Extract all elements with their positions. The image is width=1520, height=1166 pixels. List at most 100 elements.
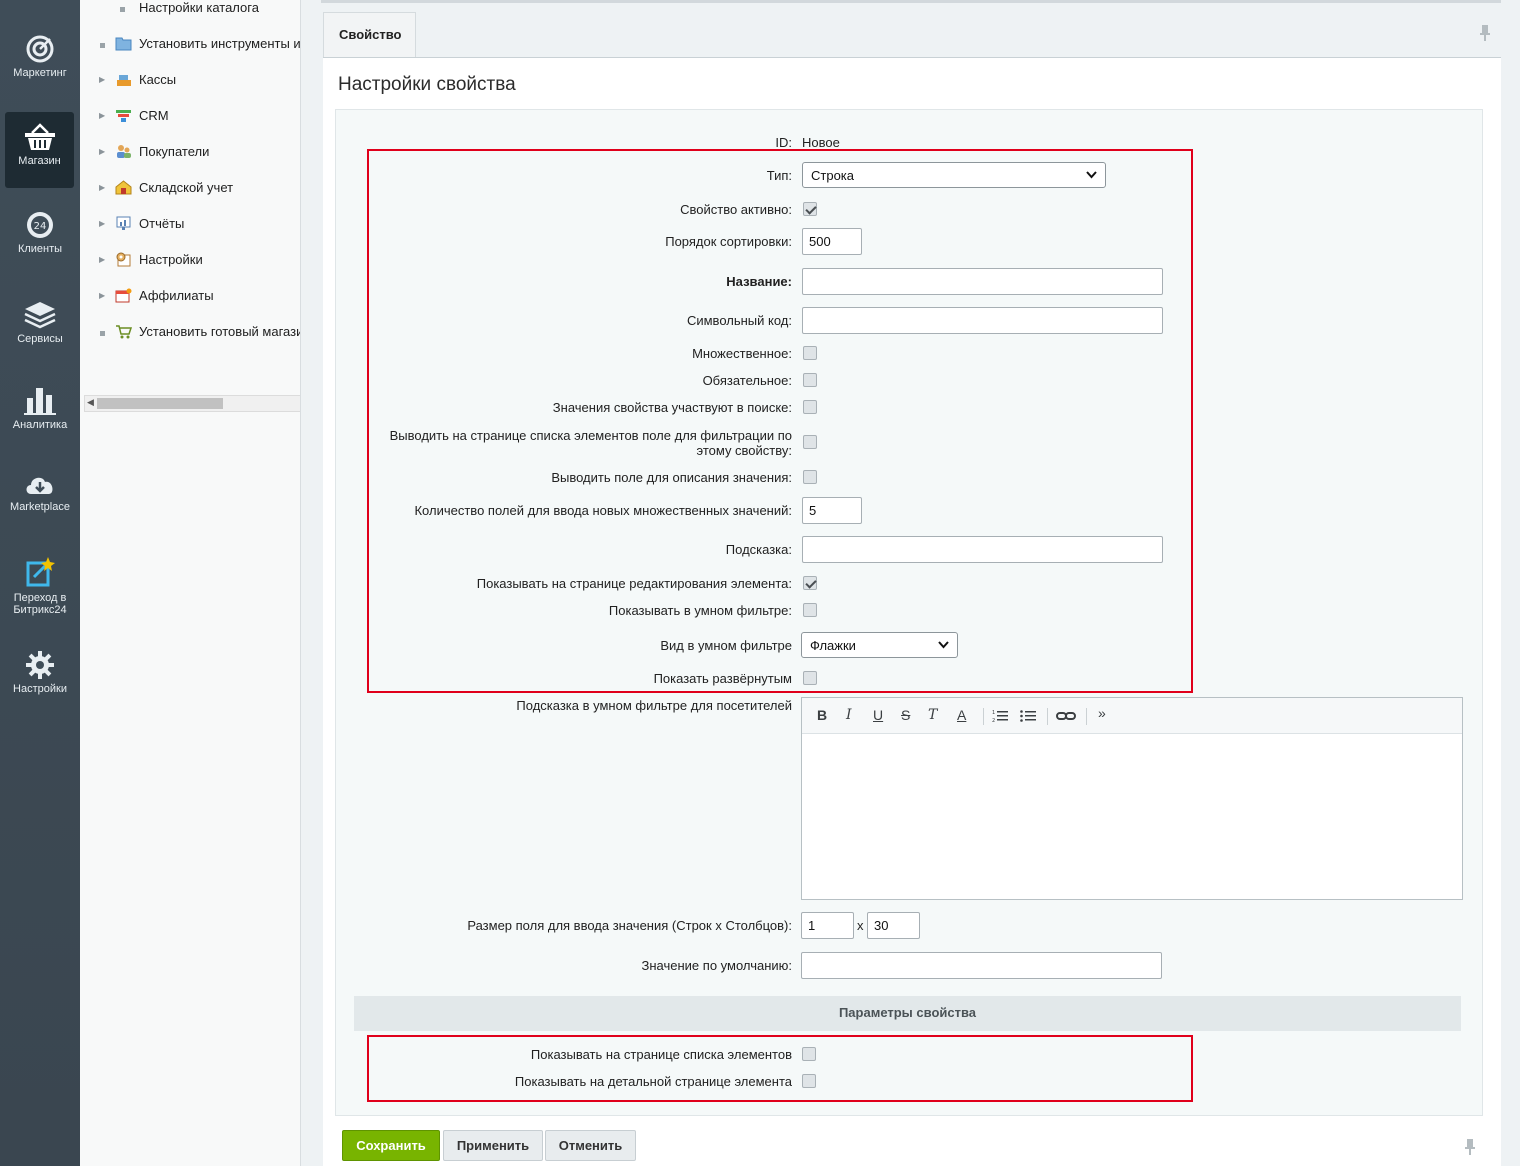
- page-title: Настройки свойства: [338, 74, 516, 95]
- nav-settings-label: Настройки: [13, 683, 67, 695]
- expand-arrow-icon[interactable]: ▶: [99, 183, 105, 192]
- tree-item-label: Покупатели: [139, 144, 210, 159]
- tab-property[interactable]: Свойство: [323, 12, 416, 58]
- tree-horizontal-scrollbar[interactable]: ◀ ▶: [84, 395, 300, 412]
- bullet-icon: [100, 43, 105, 48]
- nav-settings[interactable]: Настройки: [0, 650, 80, 695]
- nav-services[interactable]: Сервисы: [0, 300, 80, 345]
- clients-24-icon: 24: [27, 212, 53, 238]
- cart-icon: [116, 325, 132, 339]
- layers-icon: [24, 302, 56, 329]
- nav-clients[interactable]: 24 Клиенты: [0, 210, 80, 255]
- left-navigation-bar: Маркетинг Магазин 24 Клиенты Сервисы Ана…: [0, 0, 80, 1166]
- reports-icon: [116, 216, 131, 230]
- font-color-button[interactable]: A: [957, 707, 966, 723]
- nav-bitrix24-label: Переход в Битрикс24: [13, 592, 67, 616]
- italic-button[interactable]: I: [846, 707, 852, 723]
- tree-item-label: Установить готовый магази: [139, 324, 301, 339]
- nav-marketing-label: Маркетинг: [13, 67, 67, 79]
- customers-icon: [117, 145, 131, 158]
- tree-item-warehouse[interactable]: ▶ Складской учет: [80, 178, 300, 200]
- target-icon: [26, 35, 54, 63]
- tree-item-crm[interactable]: ▶ CRM: [80, 106, 300, 128]
- size-cols-input[interactable]: [867, 912, 920, 939]
- highlight-frame: [367, 1035, 1193, 1102]
- nav-marketplace-label: Marketplace: [10, 501, 70, 513]
- underline-button[interactable]: U: [873, 707, 883, 723]
- tree-item-label: Кассы: [139, 72, 177, 87]
- tree-item-label: Отчёты: [139, 216, 185, 231]
- folder-icon: [115, 37, 132, 51]
- scrollbar-thumb[interactable]: [97, 398, 223, 409]
- cloud-download-icon: [26, 477, 53, 494]
- bar-chart-icon: [24, 388, 56, 415]
- ordered-list-icon[interactable]: 1 2: [992, 709, 1008, 723]
- tree-item-label: Настройки каталога: [139, 0, 259, 15]
- smart-hint-label: Подсказка в умном фильтре для посетителе…: [516, 698, 792, 713]
- basket-icon: [24, 123, 55, 150]
- nav-shop[interactable]: Магазин: [5, 112, 74, 188]
- nav-clients-label: Клиенты: [17, 243, 63, 255]
- tree-item-install-tools[interactable]: Установить инструменты и: [80, 34, 301, 56]
- bitrix24-go-icon: [26, 557, 55, 587]
- settings-icon: [116, 252, 131, 267]
- toolbar-separator: [1047, 708, 1048, 725]
- pin-icon[interactable]: [1464, 1138, 1476, 1156]
- bullet-icon: [120, 7, 125, 12]
- tree-item-customers[interactable]: ▶ Покупатели: [80, 142, 300, 164]
- expand-arrow-icon[interactable]: ▶: [99, 75, 105, 84]
- highlight-frame: [367, 149, 1193, 693]
- nav-services-label: Сервисы: [17, 333, 63, 345]
- id-value: Новое: [802, 135, 840, 150]
- nav-marketing[interactable]: Маркетинг: [0, 34, 80, 79]
- save-button[interactable]: Сохранить: [342, 1130, 440, 1161]
- link-icon[interactable]: [1056, 710, 1076, 722]
- expand-arrow-icon[interactable]: ▶: [99, 147, 105, 156]
- affiliates-icon: [115, 288, 132, 303]
- strikethrough-button[interactable]: S: [901, 707, 910, 723]
- tree-item-install-shop[interactable]: Установить готовый магази: [80, 322, 301, 344]
- size-separator: x: [857, 918, 864, 933]
- default-label: Значение по умолчанию:: [641, 958, 792, 973]
- warehouse-icon: [115, 180, 132, 195]
- expand-arrow-icon[interactable]: ▶: [99, 111, 105, 120]
- tree-item-settings[interactable]: ▶ Настройки: [80, 250, 300, 272]
- nav-bitrix24[interactable]: Переход в Битрикс24: [0, 555, 80, 616]
- nav-analytics-label: Аналитика: [12, 419, 68, 431]
- editor-toolbar: B I U S T A 1 2 »: [802, 698, 1462, 734]
- nav-analytics[interactable]: Аналитика: [0, 386, 80, 431]
- nav-marketplace[interactable]: Marketplace: [0, 472, 80, 513]
- more-button[interactable]: »: [1098, 705, 1106, 721]
- tree-item-label: Складской учет: [139, 180, 234, 195]
- crm-filter-icon: [116, 110, 131, 122]
- tree-item-label: Установить инструменты и: [139, 36, 301, 51]
- bullet-icon: [100, 331, 105, 336]
- default-input[interactable]: [801, 952, 1162, 979]
- size-label: Размер поля для ввода значения (Строк х …: [467, 918, 792, 933]
- tree-item-catalog-settings[interactable]: Настройки каталога: [80, 0, 300, 20]
- smart-hint-editor[interactable]: B I U S T A 1 2 »: [801, 697, 1463, 900]
- cancel-button[interactable]: Отменить: [545, 1130, 636, 1161]
- apply-button[interactable]: Применить: [443, 1130, 543, 1161]
- cashbox-icon: [117, 75, 131, 86]
- params-section-header: Параметры свойства: [354, 996, 1461, 1031]
- clear-format-button[interactable]: T: [928, 707, 937, 723]
- bullet-list-icon[interactable]: [1020, 709, 1036, 723]
- tree-item-cashboxes[interactable]: ▶ Кассы: [80, 70, 300, 92]
- tree-item-affiliates[interactable]: ▶ Аффилиаты: [80, 286, 300, 308]
- bold-button[interactable]: B: [817, 707, 827, 723]
- svg-text:24: 24: [34, 221, 47, 232]
- toolbar-separator: [1086, 708, 1087, 725]
- size-rows-input[interactable]: [801, 912, 854, 939]
- tree-item-label: CRM: [139, 108, 169, 123]
- tree-item-label: Аффилиаты: [139, 288, 214, 303]
- tree-item-reports[interactable]: ▶ Отчёты: [80, 214, 300, 236]
- expand-arrow-icon[interactable]: ▶: [99, 255, 105, 264]
- id-label: ID:: [775, 135, 792, 150]
- top-divider: [321, 0, 1501, 3]
- expand-arrow-icon[interactable]: ▶: [99, 291, 105, 300]
- scroll-left-arrow-icon[interactable]: ◀: [87, 397, 94, 408]
- svg-text:2: 2: [992, 718, 995, 723]
- pin-icon[interactable]: [1479, 24, 1491, 42]
- expand-arrow-icon[interactable]: ▶: [99, 219, 105, 228]
